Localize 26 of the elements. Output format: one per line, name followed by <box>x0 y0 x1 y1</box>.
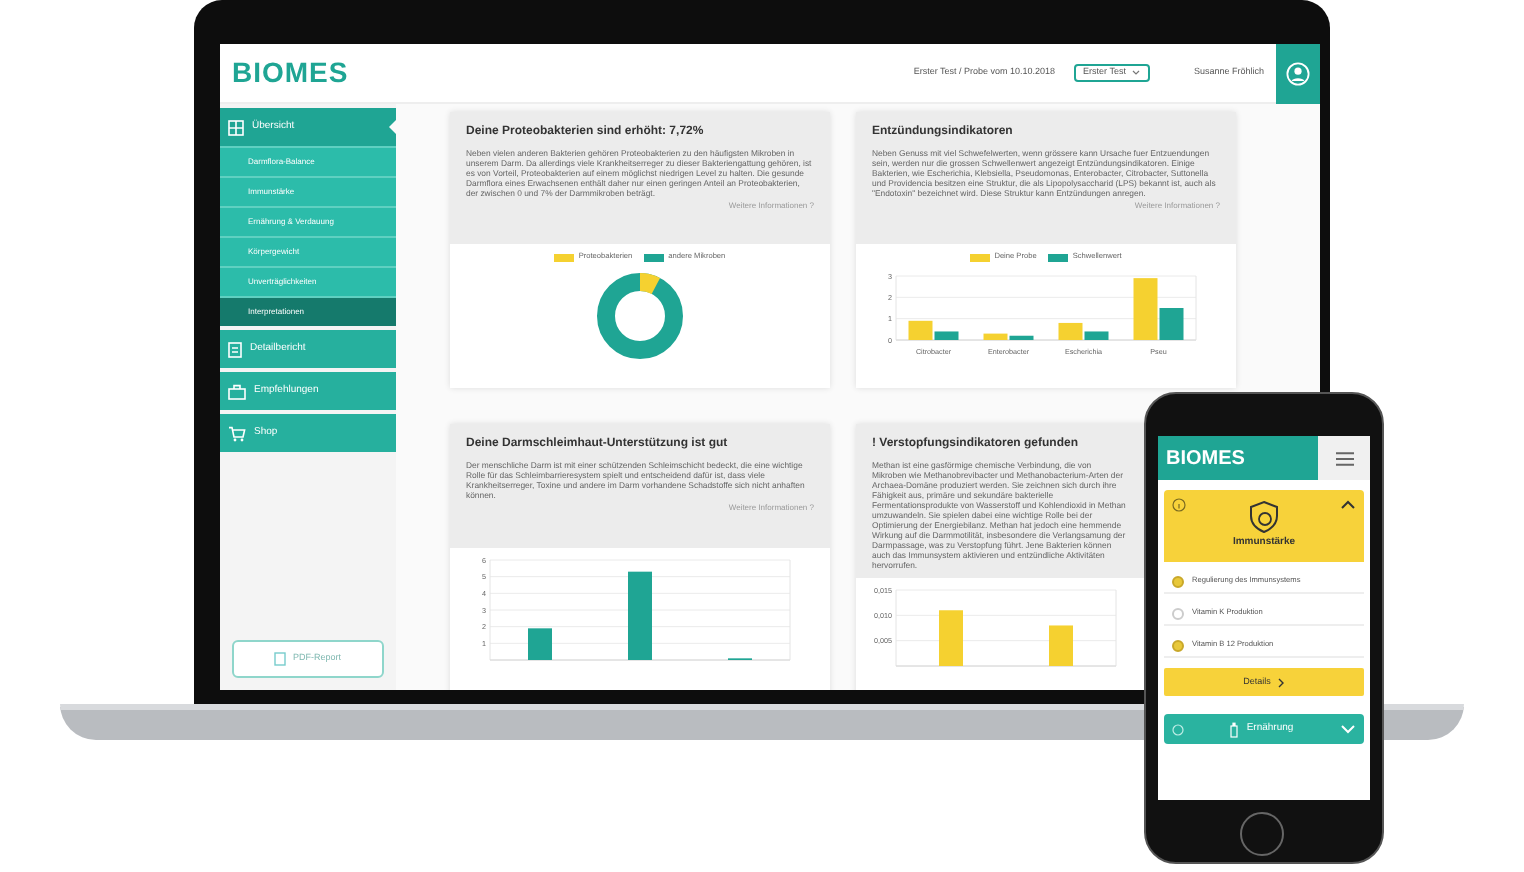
grid-icon <box>228 119 244 135</box>
info-icon <box>1172 498 1186 512</box>
circle-icon <box>1172 723 1184 735</box>
shield-icon <box>1248 500 1280 535</box>
bar <box>939 610 963 666</box>
chevron-right-icon <box>1278 677 1285 687</box>
bottle-icon <box>1230 721 1239 737</box>
logo: BIOMES <box>1166 445 1245 473</box>
home-button[interactable] <box>1240 812 1284 856</box>
avatar-button[interactable] <box>1276 44 1320 103</box>
document-icon <box>274 652 287 666</box>
document-icon <box>228 341 242 357</box>
chevron-icon <box>1340 724 1357 734</box>
donut-chart-drawing <box>596 271 684 360</box>
bar <box>628 571 652 660</box>
menu-button[interactable] <box>1318 436 1370 480</box>
bag-icon <box>228 383 246 399</box>
bar <box>1049 625 1073 666</box>
chevron-icon <box>1340 500 1356 510</box>
bar <box>528 628 552 660</box>
user-icon <box>1286 61 1310 85</box>
cart-icon <box>228 425 246 441</box>
caret-icon <box>1131 70 1140 76</box>
logo: BIOMES <box>232 54 349 92</box>
menu-icon <box>1335 451 1353 465</box>
active-pointer-icon <box>388 118 398 136</box>
